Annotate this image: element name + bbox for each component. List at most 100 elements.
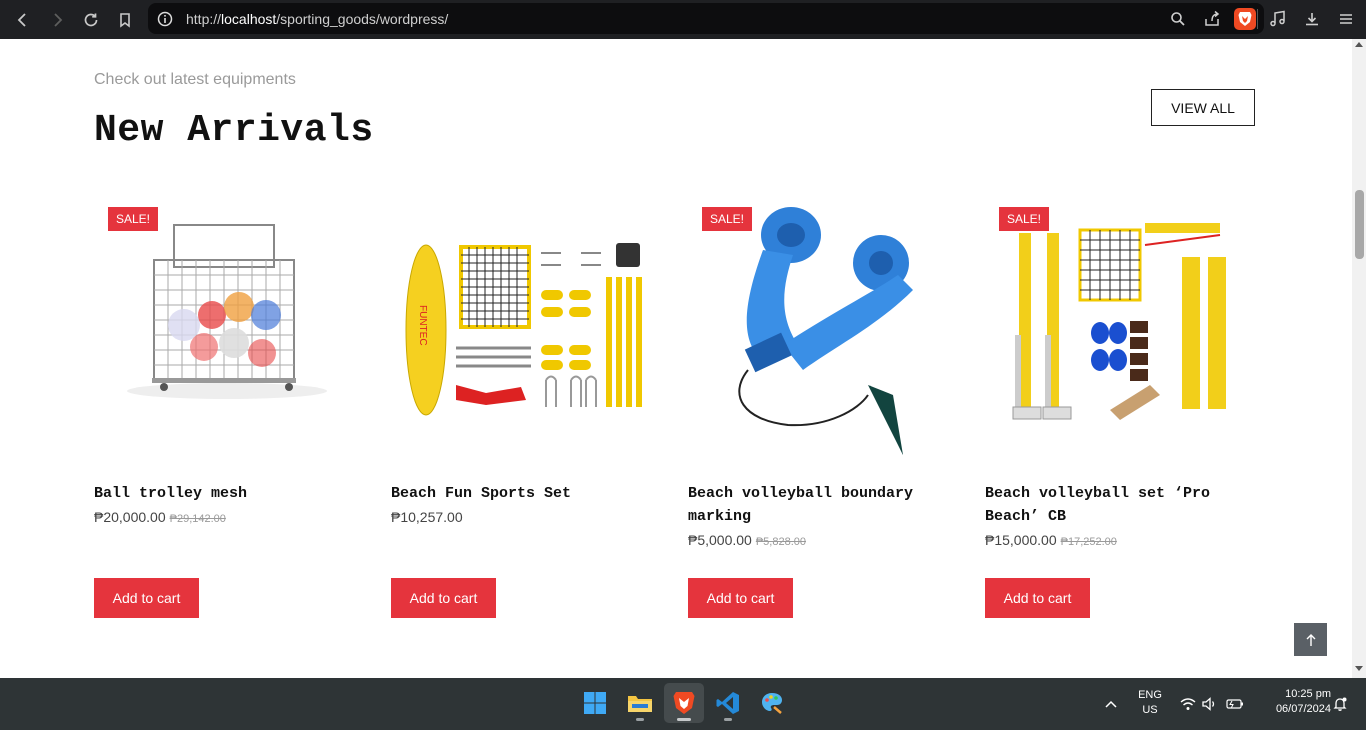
share-icon[interactable]	[1200, 7, 1224, 31]
product-price: ₱10,257.00	[391, 509, 657, 525]
url-path: /sporting_goods/wordpress/	[276, 10, 449, 27]
running-indicator	[677, 718, 691, 721]
old-price: ₱5,828.00	[755, 536, 806, 548]
forward-arrow-icon	[54, 12, 63, 27]
current-price: ₱15,000.00	[985, 532, 1057, 548]
old-price: ₱17,252.00	[1060, 536, 1117, 548]
bookmark-button[interactable]	[108, 3, 142, 37]
scrollbar-thumb[interactable]	[1355, 190, 1364, 259]
product-name[interactable]: Beach volleyball set ‘Pro Beach’ CB	[985, 482, 1251, 528]
add-to-cart-button[interactable]: Add to cart	[391, 578, 496, 618]
add-to-cart-button[interactable]: Add to cart	[985, 578, 1090, 618]
product-name-line: Beach’ CB	[985, 508, 1067, 525]
back-button[interactable]	[6, 3, 40, 37]
browser-extensions	[1266, 3, 1358, 34]
back-arrow-icon	[17, 12, 26, 27]
view-all-button[interactable]: VIEW ALL	[1151, 89, 1255, 126]
product-name-line: Beach volleyball boundary	[688, 485, 914, 502]
reload-icon	[84, 13, 98, 26]
media-icon[interactable]	[1266, 7, 1290, 31]
forward-button[interactable]	[40, 3, 74, 37]
volleyball-set-image	[1012, 223, 1226, 420]
browser-toolbar: http://localhost/sporting_goods/wordpres…	[0, 0, 1366, 39]
page-content: Check out latest equipments New Arrivals…	[0, 39, 1352, 678]
bookmark-icon	[120, 12, 130, 28]
brave-taskbar-button[interactable]	[664, 683, 704, 723]
toolbar-divider	[1257, 9, 1258, 29]
address-bar-actions	[1166, 3, 1256, 34]
arrow-up-icon	[1306, 633, 1315, 646]
ball-trolley-image	[127, 224, 327, 399]
product-card: SALE! Ball trolley mesh ₱20,000.00 ₱29,14…	[94, 195, 360, 525]
sale-badge: SALE!	[108, 207, 159, 231]
running-indicator	[636, 718, 644, 721]
product-image[interactable]: SALE!	[985, 195, 1251, 465]
boundary-marking-image	[738, 207, 913, 455]
clock-date: 06/07/2024	[1275, 703, 1331, 715]
product-card: FUNTEC Beach Fun Sports Set ₱10,257.00	[391, 195, 657, 525]
url-host: localhost	[221, 10, 277, 27]
current-price: ₱10,257.00	[391, 509, 463, 525]
current-price: ₱5,000.00	[688, 532, 752, 548]
add-to-cart-button[interactable]: Add to cart	[94, 578, 199, 618]
back-to-top-button[interactable]	[1294, 623, 1327, 656]
url-prefix: http://	[186, 10, 222, 27]
address-bar[interactable]: http://localhost/sporting_goods/wordpres…	[148, 3, 1264, 34]
browser-nav	[0, 3, 148, 37]
vscode-icon	[716, 692, 739, 714]
product-name-line: Beach Fun Sports Set	[391, 485, 572, 502]
product-name-line: Beach volleyball set ‘Pro	[985, 485, 1211, 502]
download-icon[interactable]	[1300, 7, 1324, 31]
product-name-line: marking	[688, 508, 752, 525]
beach-fun-set-image: FUNTEC	[405, 243, 642, 416]
paint-taskbar-button[interactable]	[752, 683, 792, 723]
clock-time: 10:25 pm	[1285, 688, 1331, 700]
brave-browser-icon	[673, 692, 695, 714]
section-title: New Arrivals	[94, 109, 374, 152]
language-indicator[interactable]: ENG US	[1132, 688, 1168, 718]
file-explorer-button[interactable]	[620, 683, 660, 723]
notification-bell-icon[interactable]	[1331, 695, 1349, 713]
start-button[interactable]	[575, 683, 615, 723]
scroll-down-arrow-icon[interactable]	[1352, 666, 1366, 676]
paint-palette-icon	[762, 693, 782, 714]
add-to-cart-button[interactable]: Add to cart	[688, 578, 793, 618]
site-info-icon[interactable]	[156, 10, 174, 28]
product-card: SALE! Beach volleyball set ‘Pro Beach’ CB…	[985, 195, 1251, 548]
product-name[interactable]: Beach volleyball boundary marking	[688, 482, 954, 528]
sale-badge: SALE!	[999, 207, 1050, 231]
zoom-icon[interactable]	[1166, 7, 1190, 31]
menu-icon[interactable]	[1334, 7, 1358, 31]
product-price: ₱5,000.00 ₱5,828.00	[688, 532, 954, 548]
running-indicator	[724, 718, 732, 721]
windows-taskbar: ENG US 10:25 pm 06/07/2024	[0, 678, 1366, 730]
product-image[interactable]: SALE!	[688, 195, 954, 465]
region-code: US	[1142, 704, 1158, 716]
wifi-icon[interactable]	[1179, 695, 1197, 713]
page-scrollbar[interactable]	[1352, 39, 1366, 678]
scroll-up-arrow-icon[interactable]	[1352, 41, 1366, 51]
old-price: ₱29,142.00	[169, 513, 226, 525]
current-price: ₱20,000.00	[94, 509, 166, 525]
product-card: SALE! Beach volleyball boundary marking ₱…	[688, 195, 954, 548]
volume-icon[interactable]	[1201, 695, 1219, 713]
product-image[interactable]: SALE!	[94, 195, 360, 465]
svg-text:FUNTEC: FUNTEC	[417, 305, 428, 346]
clock[interactable]: 10:25 pm 06/07/2024	[1255, 687, 1331, 717]
sale-badge: SALE!	[702, 207, 753, 231]
section-subtitle: Check out latest equipments	[94, 71, 296, 88]
show-hidden-icons-chevron-icon[interactable]	[1102, 695, 1120, 713]
brave-shields-icon[interactable]	[1234, 7, 1256, 30]
language-code: ENG	[1138, 689, 1162, 701]
url-text[interactable]: http://localhost/sporting_goods/wordpres…	[186, 11, 448, 27]
product-image[interactable]: FUNTEC	[391, 195, 657, 465]
product-name[interactable]: Beach Fun Sports Set	[391, 482, 657, 505]
folder-icon	[628, 696, 652, 712]
product-name-line: Ball trolley mesh	[94, 485, 248, 502]
reload-button[interactable]	[74, 3, 108, 37]
product-price: ₱15,000.00 ₱17,252.00	[985, 532, 1251, 548]
windows-logo-icon	[584, 692, 606, 714]
product-name[interactable]: Ball trolley mesh	[94, 482, 360, 505]
vscode-taskbar-button[interactable]	[708, 683, 748, 723]
battery-icon[interactable]	[1226, 695, 1244, 713]
